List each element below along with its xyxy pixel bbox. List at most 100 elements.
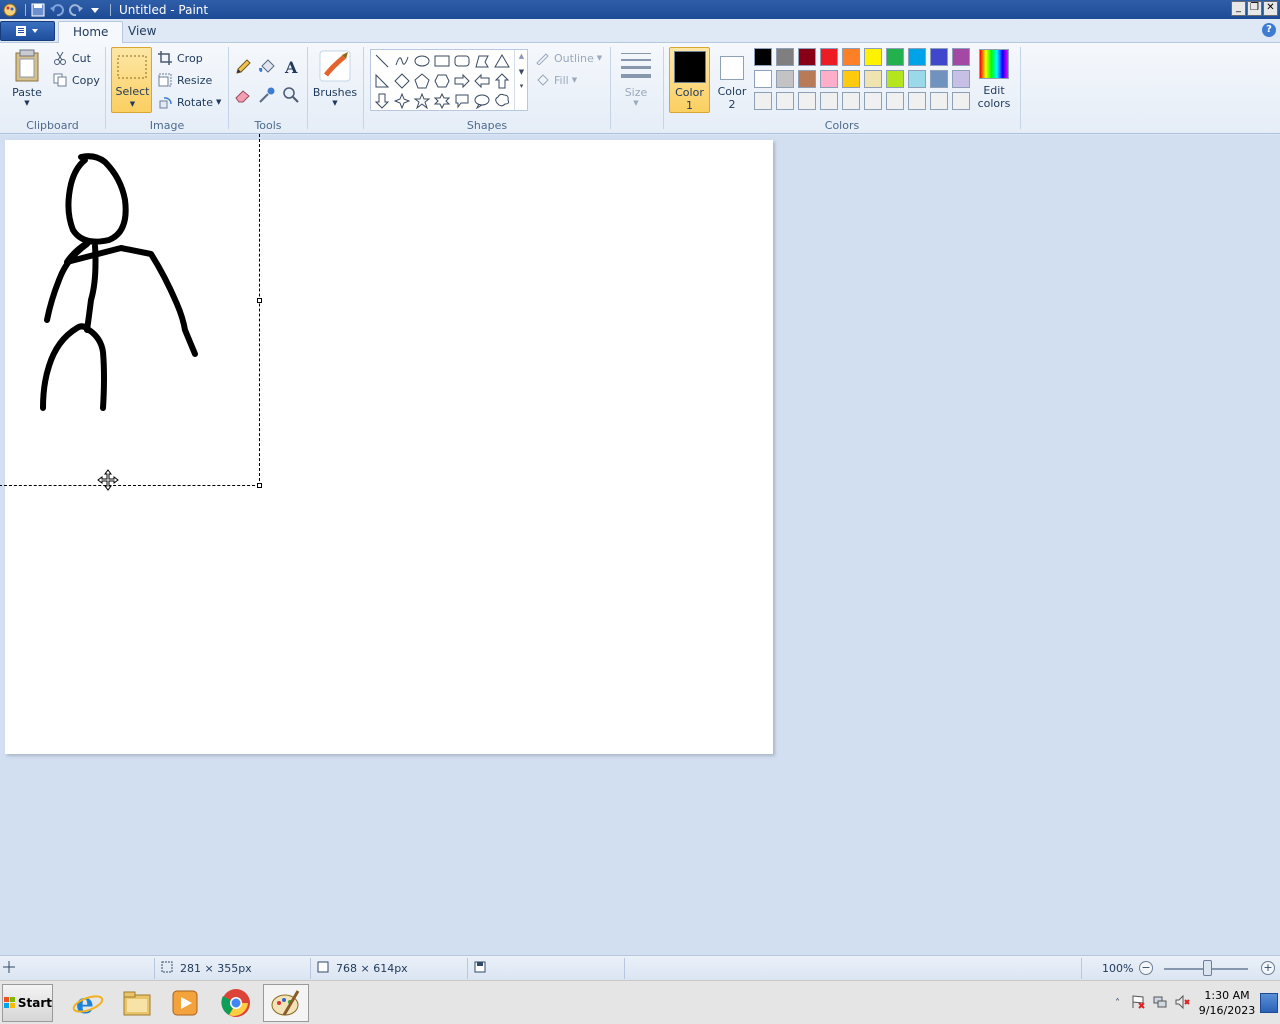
- palette-swatch[interactable]: [864, 92, 882, 110]
- palette-swatch[interactable]: [798, 48, 816, 66]
- palette-swatch[interactable]: [820, 48, 838, 66]
- shapes-scrollbar[interactable]: ▲ ▼ ▾: [514, 50, 528, 110]
- palette-swatch[interactable]: [842, 48, 860, 66]
- resize-button[interactable]: Resize: [157, 70, 212, 90]
- palette-swatch[interactable]: [952, 48, 970, 66]
- clock[interactable]: 1:30 AM 9/16/2023: [1198, 988, 1256, 1018]
- palette-swatch[interactable]: [886, 92, 904, 110]
- paste-button[interactable]: Paste ▼: [6, 49, 48, 113]
- fill-button[interactable]: Fill ▼: [534, 70, 577, 90]
- eraser-icon[interactable]: [233, 85, 253, 105]
- crop-button[interactable]: Crop: [157, 48, 203, 68]
- help-icon[interactable]: ?: [1262, 23, 1276, 37]
- undo-icon[interactable]: [49, 2, 65, 18]
- hexagon-shape-icon[interactable]: [432, 71, 452, 91]
- rectangle-shape-icon[interactable]: [432, 51, 452, 71]
- palette-swatch[interactable]: [908, 48, 926, 66]
- expand-gallery-icon[interactable]: ▾: [515, 82, 528, 90]
- show-desktop-button[interactable]: [1260, 993, 1278, 1013]
- four-point-star-shape-icon[interactable]: [392, 91, 412, 111]
- palette-swatch[interactable]: [754, 70, 772, 88]
- chevron-down-icon[interactable]: ▼: [515, 68, 528, 76]
- down-arrow-shape-icon[interactable]: [372, 91, 392, 111]
- palette-swatch[interactable]: [820, 70, 838, 88]
- palette-swatch[interactable]: [886, 48, 904, 66]
- palette-swatch[interactable]: [930, 70, 948, 88]
- palette-swatch[interactable]: [908, 92, 926, 110]
- pencil-icon[interactable]: [233, 57, 253, 77]
- paint-app-icon[interactable]: [2, 2, 18, 18]
- up-arrow-shape-icon[interactable]: [492, 71, 512, 91]
- six-point-star-shape-icon[interactable]: [432, 91, 452, 111]
- zoom-in-button[interactable]: +: [1261, 961, 1275, 975]
- drawing-canvas[interactable]: [0, 134, 773, 754]
- diamond-shape-icon[interactable]: [392, 71, 412, 91]
- show-hidden-icons-icon[interactable]: ˄: [1115, 998, 1120, 1009]
- triangle-shape-icon[interactable]: [492, 51, 512, 71]
- text-icon[interactable]: A: [281, 57, 301, 77]
- palette-swatch[interactable]: [776, 70, 794, 88]
- minimize-button[interactable]: _: [1231, 1, 1246, 16]
- save-icon[interactable]: [30, 2, 46, 18]
- pentagon-shape-icon[interactable]: [412, 71, 432, 91]
- palette-swatch[interactable]: [798, 92, 816, 110]
- selection-handle-corner[interactable]: [257, 483, 262, 488]
- tab-view[interactable]: View: [114, 21, 170, 44]
- palette-swatch[interactable]: [930, 48, 948, 66]
- start-button[interactable]: Start: [2, 984, 53, 1022]
- edit-colors-button[interactable]: Edit colors: [973, 49, 1015, 115]
- palette-swatch[interactable]: [864, 48, 882, 66]
- palette-swatch[interactable]: [820, 92, 838, 110]
- magnifier-icon[interactable]: [281, 85, 301, 105]
- left-arrow-shape-icon[interactable]: [472, 71, 492, 91]
- redo-icon[interactable]: [68, 2, 84, 18]
- brushes-button[interactable]: Brushes ▼: [312, 49, 358, 113]
- right-arrow-shape-icon[interactable]: [452, 71, 472, 91]
- volume-muted-icon[interactable]: [1174, 994, 1190, 1013]
- customize-toolbar-icon[interactable]: [87, 2, 103, 18]
- palette-swatch[interactable]: [798, 70, 816, 88]
- palette-swatch[interactable]: [930, 92, 948, 110]
- cut-button[interactable]: Cut: [52, 48, 91, 68]
- palette-swatch[interactable]: [952, 70, 970, 88]
- network-icon[interactable]: [1152, 994, 1168, 1013]
- palette-swatch[interactable]: [754, 92, 772, 110]
- internet-explorer-icon[interactable]: e: [65, 984, 111, 1022]
- media-player-icon[interactable]: [162, 984, 208, 1022]
- close-button[interactable]: ✕: [1263, 1, 1278, 16]
- palette-swatch[interactable]: [842, 70, 860, 88]
- line-shape-icon[interactable]: [372, 51, 392, 71]
- palette-swatch[interactable]: [952, 92, 970, 110]
- color1-button[interactable]: Color 1: [669, 47, 710, 113]
- zoom-out-button[interactable]: −: [1139, 961, 1153, 975]
- zoom-slider-thumb[interactable]: [1203, 960, 1212, 976]
- palette-swatch[interactable]: [864, 70, 882, 88]
- select-button[interactable]: Select ▼: [111, 47, 152, 113]
- size-button[interactable]: Size ▼: [615, 49, 657, 113]
- five-point-star-shape-icon[interactable]: [412, 91, 432, 111]
- fill-bucket-icon[interactable]: [257, 57, 277, 77]
- chrome-icon[interactable]: [213, 984, 259, 1022]
- curve-shape-icon[interactable]: [392, 51, 412, 71]
- palette-swatch[interactable]: [754, 48, 772, 66]
- palette-swatch[interactable]: [776, 48, 794, 66]
- polygon-shape-icon[interactable]: [472, 51, 492, 71]
- copy-button[interactable]: Copy: [52, 70, 100, 90]
- outline-button[interactable]: Outline ▼: [534, 48, 602, 68]
- color2-button[interactable]: Color 2: [712, 47, 752, 113]
- chevron-up-icon[interactable]: ▲: [515, 52, 528, 60]
- file-explorer-icon[interactable]: [114, 984, 160, 1022]
- palette-swatch[interactable]: [842, 92, 860, 110]
- restore-button[interactable]: ❐: [1247, 1, 1262, 16]
- rounded-callout-shape-icon[interactable]: [452, 91, 472, 111]
- palette-swatch[interactable]: [776, 92, 794, 110]
- right-triangle-shape-icon[interactable]: [372, 71, 392, 91]
- paint-icon[interactable]: [263, 984, 309, 1022]
- cloud-callout-shape-icon[interactable]: [492, 91, 512, 111]
- palette-swatch[interactable]: [908, 70, 926, 88]
- palette-swatch[interactable]: [886, 70, 904, 88]
- oval-callout-shape-icon[interactable]: [472, 91, 492, 111]
- paint-menu-button[interactable]: [0, 21, 55, 41]
- selection-rectangle[interactable]: [0, 134, 262, 488]
- rotate-button[interactable]: Rotate ▼: [157, 92, 221, 112]
